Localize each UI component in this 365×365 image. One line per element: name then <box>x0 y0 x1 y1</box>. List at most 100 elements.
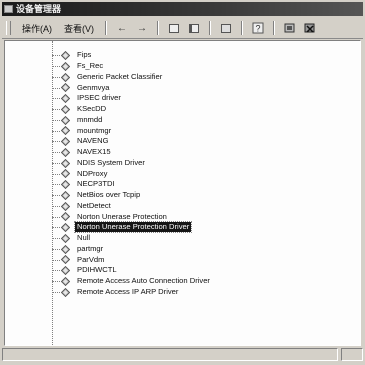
driver-icon <box>60 233 71 243</box>
tree-branch-line <box>52 162 60 164</box>
tree-branch-line <box>52 281 60 283</box>
tree-branch-line <box>52 291 60 293</box>
up-folder-icon[interactable] <box>167 21 181 35</box>
tree-branch-line <box>52 76 60 78</box>
driver-icon <box>60 179 71 190</box>
tree-item[interactable]: IPSEC driver <box>5 93 360 104</box>
tree-branch-line <box>52 98 60 100</box>
tree-item-label: Genmvya <box>77 82 110 92</box>
tree-branch-line <box>52 216 60 218</box>
driver-icon <box>60 83 71 93</box>
driver-icon <box>60 136 71 147</box>
tree-item-label: IPSEC driver <box>77 93 121 103</box>
device-tree-list: Fips Fs_Rec Generic Packet Classifier Genmv… <box>5 50 360 297</box>
tree-item-label: NAVENG <box>77 136 109 146</box>
status-pane-right <box>341 348 363 361</box>
tree-item-label: NetDetect <box>77 200 111 210</box>
toolbar-separator <box>105 21 107 35</box>
tree-item[interactable]: mnmdd <box>5 115 360 126</box>
tree-item[interactable]: NAVENG <box>5 136 360 147</box>
driver-icon <box>60 287 71 297</box>
tree-item[interactable]: Generic Packet Classifier <box>5 72 360 83</box>
driver-icon <box>60 276 71 286</box>
tree-item-label: NetBios over Tcpip <box>77 190 141 200</box>
tree-item[interactable]: Remote Access IP ARP Driver <box>5 287 360 298</box>
uninstall-device-icon[interactable] <box>303 21 317 35</box>
driver-icon <box>60 201 71 211</box>
driver-icon <box>60 255 71 265</box>
menu-action[interactable]: 操作(A) <box>16 22 58 35</box>
tree-item[interactable]: ParVdm <box>5 254 360 265</box>
driver-icon <box>60 147 71 157</box>
tree-item[interactable]: Remote Access Auto Connection Driver <box>5 276 360 287</box>
tree-item-label: partmgr <box>77 243 104 253</box>
driver-icon <box>60 169 71 179</box>
tree-item[interactable]: mountmgr <box>5 125 360 136</box>
tree-item[interactable]: NECP3TDI <box>5 179 360 190</box>
properties-icon[interactable] <box>219 21 233 35</box>
tree-item-label: NDProxy <box>77 168 108 178</box>
tree-branch-line <box>52 87 60 89</box>
status-pane-main <box>2 348 338 361</box>
driver-icon <box>60 190 71 200</box>
tree-item-label: Remote Access Auto Connection Driver <box>77 276 210 286</box>
menu-view[interactable]: 查看(V) <box>58 22 100 35</box>
toolbar-separator <box>157 21 159 35</box>
driver-icon <box>60 104 71 114</box>
tree-item-label: ParVdm <box>77 254 105 264</box>
toolbar-separator <box>241 21 243 35</box>
tree-branch-line <box>52 66 60 68</box>
tree-branch-line <box>52 248 60 250</box>
tree-item-label: Norton Unerase Protection <box>77 211 167 221</box>
tree-item[interactable]: Null <box>5 233 360 244</box>
tree-item-label: Fs_Rec <box>77 61 104 71</box>
tree-item-label: Fips <box>77 50 92 60</box>
tree-item-label: PDIHWCTL <box>77 265 117 275</box>
tree-item[interactable]: NDProxy <box>5 168 360 179</box>
menu-toolbar: 操作(A) 查看(V) ← → ? <box>2 18 363 39</box>
driver-icon <box>60 158 71 168</box>
tree-branch-line <box>52 195 60 197</box>
tree-item[interactable]: Genmvya <box>5 82 360 93</box>
tree-item[interactable]: NDIS System Driver <box>5 158 360 169</box>
toolbar-separator <box>209 21 211 35</box>
tree-item-label: mountmgr <box>77 125 112 135</box>
driver-icon <box>60 115 71 125</box>
toolbar-separator <box>273 21 275 35</box>
tree-item[interactable]: PDIHWCTL <box>5 265 360 276</box>
tree-branch-line <box>52 184 60 186</box>
driver-icon <box>60 212 71 222</box>
driver-icon <box>60 93 71 104</box>
tree-item[interactable]: NAVEX15 <box>5 147 360 158</box>
status-bar <box>2 348 363 363</box>
device-tree-pane[interactable]: Fips Fs_Rec Generic Packet Classifier Genmv… <box>4 40 361 346</box>
tree-branch-line <box>52 270 60 272</box>
driver-icon <box>60 72 71 82</box>
driver-icon <box>60 222 71 233</box>
tree-item[interactable]: Fs_Rec <box>5 61 360 72</box>
tree-item[interactable]: NetBios over Tcpip <box>5 190 360 201</box>
tree-item[interactable]: Norton Unerase Protection <box>5 211 360 222</box>
help-icon[interactable]: ? <box>251 21 265 35</box>
tree-branch-line <box>52 205 60 207</box>
driver-icon <box>60 50 71 61</box>
back-icon[interactable]: ← <box>115 21 129 35</box>
tree-item[interactable]: NetDetect <box>5 201 360 212</box>
show-hide-tree-icon[interactable] <box>187 21 201 35</box>
tree-item[interactable]: Fips <box>5 50 360 61</box>
tree-item[interactable]: KSecDD <box>5 104 360 115</box>
tree-branch-line <box>52 238 60 240</box>
toolbar-grip[interactable] <box>6 21 11 35</box>
scan-hardware-icon[interactable] <box>283 21 297 35</box>
tree-branch-line <box>52 141 60 143</box>
tree-branch-line <box>52 130 60 132</box>
tree-item-label: Norton Unerase Protection Driver <box>73 221 193 234</box>
tree-item[interactable]: Norton Unerase Protection Driver <box>5 221 360 234</box>
tree-item-label: Generic Packet Classifier <box>77 71 163 81</box>
tree-branch-line <box>52 55 60 57</box>
tree-item[interactable]: partmgr <box>5 244 360 255</box>
svg-text:?: ? <box>256 24 261 34</box>
forward-icon[interactable]: → <box>135 21 149 35</box>
tree-item-label: NAVEX15 <box>77 147 111 157</box>
tree-branch-line <box>52 173 60 175</box>
